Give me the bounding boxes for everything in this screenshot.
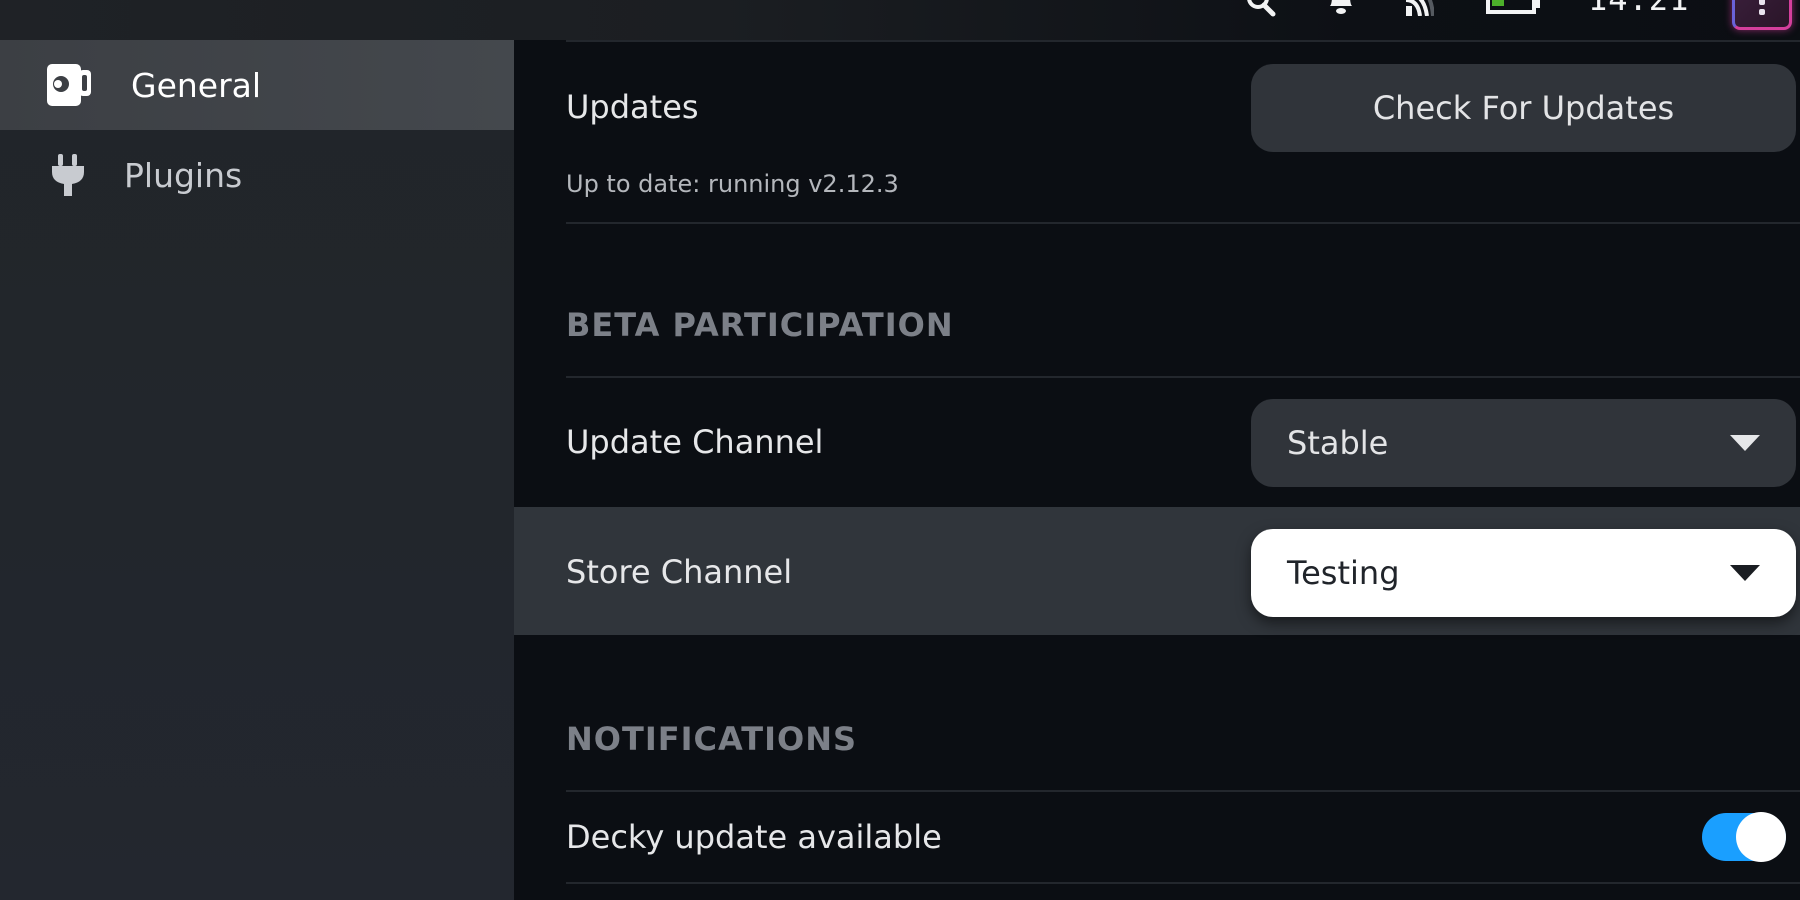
divider bbox=[566, 222, 1800, 224]
search-icon[interactable] bbox=[1246, 0, 1276, 18]
bell-icon[interactable] bbox=[1326, 0, 1356, 16]
update-channel-dropdown[interactable]: Stable bbox=[1251, 399, 1796, 487]
quick-access-menu-button[interactable] bbox=[1732, 0, 1792, 30]
sidebar: General Plugins bbox=[0, 40, 514, 900]
store-channel-row: Store Channel Testing bbox=[514, 507, 1800, 635]
decky-update-toggle[interactable] bbox=[1702, 812, 1786, 862]
check-for-updates-button[interactable]: Check For Updates bbox=[1251, 64, 1796, 152]
wifi-icon bbox=[1405, 0, 1434, 16]
section-header-notifications: NOTIFICATIONS bbox=[566, 720, 858, 758]
store-channel-label: Store Channel bbox=[566, 553, 793, 591]
update-channel-label: Update Channel bbox=[566, 423, 824, 461]
settings-panel: Updates Check For Updates Up to date: ru… bbox=[514, 40, 1800, 900]
store-channel-dropdown[interactable]: Testing bbox=[1251, 529, 1796, 617]
toggle-knob bbox=[1736, 812, 1786, 862]
divider bbox=[566, 882, 1800, 884]
sidebar-item-label: Plugins bbox=[124, 155, 243, 195]
store-channel-value: Testing bbox=[1287, 554, 1400, 592]
mug-icon bbox=[44, 61, 96, 109]
chevron-down-icon bbox=[1730, 565, 1760, 581]
chevron-down-icon bbox=[1730, 435, 1760, 451]
section-header-beta: BETA PARTICIPATION bbox=[566, 306, 954, 344]
update-channel-value: Stable bbox=[1287, 424, 1389, 462]
divider bbox=[566, 790, 1800, 792]
decky-update-label: Decky update available bbox=[566, 818, 942, 856]
divider bbox=[566, 40, 1800, 42]
clock: 14:21 bbox=[1588, 0, 1689, 18]
updates-label: Updates bbox=[566, 88, 699, 126]
divider bbox=[566, 376, 1800, 378]
plug-icon bbox=[42, 151, 94, 199]
more-icon bbox=[1759, 0, 1765, 15]
sidebar-item-label: General bbox=[131, 65, 262, 105]
battery-icon bbox=[1486, 0, 1540, 14]
update-status-text: Up to date: running v2.12.3 bbox=[566, 170, 899, 198]
sidebar-item-plugins[interactable]: Plugins bbox=[0, 130, 514, 220]
sidebar-item-general[interactable]: General bbox=[0, 40, 514, 130]
status-bar: 14:21 bbox=[0, 0, 1800, 40]
